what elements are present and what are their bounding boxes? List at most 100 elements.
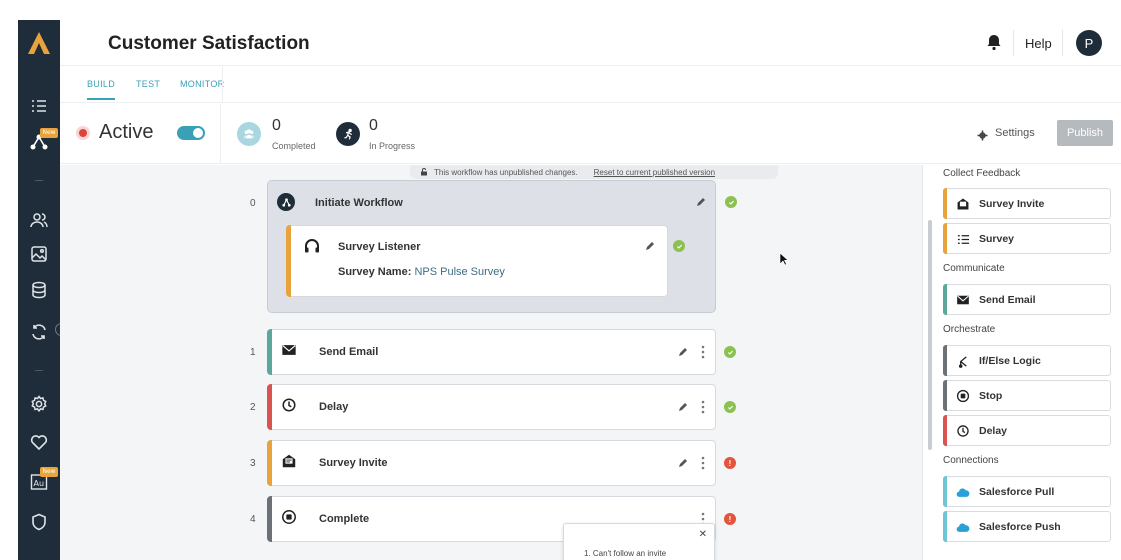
edit-pencil-icon[interactable] bbox=[678, 458, 688, 468]
workflow-status-bar: Active 0 Completed 0 In Progress Setting… bbox=[60, 104, 1121, 164]
tab-build[interactable]: BUILD bbox=[87, 79, 116, 100]
card-color-bar bbox=[943, 380, 947, 411]
workflow-canvas[interactable]: This workflow has unpublished changes. R… bbox=[60, 165, 922, 560]
publish-button[interactable]: Publish bbox=[1057, 120, 1113, 146]
ok-check-icon bbox=[673, 240, 685, 252]
card-color-bar bbox=[267, 329, 272, 375]
edit-pencil-icon[interactable] bbox=[678, 347, 688, 357]
survey-listener-card[interactable]: Survey Listener Survey Name: NPS Pulse S… bbox=[286, 225, 685, 297]
help-link[interactable]: Help bbox=[1025, 36, 1052, 51]
new-badge: New bbox=[40, 128, 58, 138]
card-color-bar bbox=[267, 496, 272, 542]
active-toggle[interactable] bbox=[177, 126, 205, 140]
card-color-bar bbox=[943, 345, 947, 376]
palette-item-if-else-logic[interactable]: If/Else Logic bbox=[943, 345, 1111, 376]
avatar[interactable]: P bbox=[1076, 30, 1102, 56]
ok-check-icon bbox=[724, 346, 736, 358]
clock-icon bbox=[280, 396, 298, 414]
step-card-delay[interactable]: Delay bbox=[267, 384, 736, 430]
completed-count: 0 bbox=[272, 117, 281, 134]
survey-name-key: Survey Name: bbox=[338, 266, 412, 278]
initiate-workflow-block[interactable]: Initiate Workflow Survey Listener Survey… bbox=[267, 180, 737, 313]
group-title-connections: Connections bbox=[943, 455, 999, 466]
step-card-send-email[interactable]: Send Email bbox=[267, 329, 736, 375]
card-color-bar bbox=[943, 188, 947, 219]
error-alert-icon[interactable]: ! bbox=[724, 513, 736, 525]
shield-icon[interactable] bbox=[27, 510, 51, 534]
tab-monitor[interactable]: MONITOR bbox=[180, 79, 224, 89]
survey-invite-icon bbox=[280, 452, 298, 470]
more-options-icon[interactable] bbox=[701, 400, 705, 414]
palette-item-label: If/Else Logic bbox=[979, 355, 1041, 367]
error-alert-icon[interactable]: ! bbox=[724, 457, 736, 469]
header-divider bbox=[1013, 30, 1014, 56]
mail-icon bbox=[280, 341, 298, 359]
panel-scrollbar[interactable] bbox=[928, 220, 932, 450]
palette-item-send-email[interactable]: Send Email bbox=[943, 284, 1111, 315]
edit-pencil-icon[interactable] bbox=[696, 197, 706, 207]
palette-item-label: Delay bbox=[979, 425, 1008, 437]
palette-item-stop[interactable]: Stop bbox=[943, 380, 1111, 411]
more-options-icon[interactable] bbox=[701, 456, 705, 470]
tab-divider bbox=[222, 67, 223, 103]
status-dot-icon bbox=[79, 129, 87, 137]
palette-item-label: Salesforce Pull bbox=[979, 486, 1055, 498]
settings-gear-icon[interactable] bbox=[977, 128, 988, 141]
completed-users-icon bbox=[237, 122, 261, 146]
card-color-bar bbox=[943, 511, 947, 542]
palette-item-label: Salesforce Push bbox=[979, 521, 1061, 533]
palette-item-survey[interactable]: Survey bbox=[943, 223, 1111, 254]
tooltip-text: 1. Can't follow an invite bbox=[584, 549, 667, 558]
step-number: 2 bbox=[250, 402, 256, 413]
palette-item-salesforce-pull[interactable]: Salesforce Pull bbox=[943, 476, 1111, 507]
image-icon[interactable] bbox=[27, 242, 51, 266]
header-divider bbox=[1062, 30, 1063, 56]
sidebar: New Au New bbox=[18, 20, 68, 560]
card-color-bar bbox=[286, 225, 291, 297]
steps-palette-panel: Collect Feedback Survey Invite Survey Co… bbox=[922, 165, 1121, 560]
reset-published-link[interactable]: Reset to current published version bbox=[594, 168, 715, 177]
tab-test[interactable]: TEST bbox=[136, 79, 160, 89]
stop-icon bbox=[956, 389, 970, 403]
step-card-survey-invite[interactable]: Survey Invite ! bbox=[267, 440, 736, 486]
palette-item-delay[interactable]: Delay bbox=[943, 415, 1111, 446]
edit-pencil-icon[interactable] bbox=[678, 402, 688, 412]
step-number: 1 bbox=[250, 347, 256, 358]
palette-item-salesforce-push[interactable]: Salesforce Push bbox=[943, 511, 1111, 542]
card-color-bar bbox=[267, 384, 272, 430]
headphones-icon bbox=[305, 239, 319, 253]
brand-logo-icon[interactable] bbox=[26, 30, 52, 56]
heart-icon[interactable] bbox=[27, 430, 51, 454]
palette-item-label: Send Email bbox=[979, 294, 1036, 306]
completed-label: Completed bbox=[272, 141, 316, 151]
status-divider bbox=[220, 104, 221, 164]
edit-pencil-icon[interactable] bbox=[645, 241, 655, 251]
error-tooltip: ✕ 1. Can't follow an invite bbox=[563, 523, 715, 560]
page-title: Customer Satisfaction bbox=[108, 33, 310, 54]
sync-icon[interactable] bbox=[27, 320, 51, 344]
svg-text:Au: Au bbox=[34, 479, 45, 488]
users-icon[interactable] bbox=[27, 208, 51, 232]
step-number: 3 bbox=[250, 458, 256, 469]
branch-icon bbox=[956, 354, 970, 368]
list-icon[interactable] bbox=[27, 94, 51, 118]
step-label: Complete bbox=[319, 513, 370, 525]
survey-name-value: NPS Pulse Survey bbox=[414, 266, 505, 278]
more-options-icon[interactable] bbox=[701, 345, 705, 359]
palette-item-label: Survey bbox=[979, 233, 1015, 245]
in-progress-runner-icon bbox=[336, 122, 360, 146]
workflow-start-icon bbox=[277, 193, 295, 211]
palette-item-label: Survey Invite bbox=[979, 198, 1045, 210]
card-color-bar bbox=[943, 415, 947, 446]
survey-invite-icon bbox=[956, 197, 970, 211]
step-number: 4 bbox=[250, 514, 256, 525]
mail-icon bbox=[956, 293, 970, 307]
settings-button[interactable]: Settings bbox=[995, 127, 1035, 139]
palette-item-survey-invite[interactable]: Survey Invite bbox=[943, 188, 1111, 219]
gear-icon[interactable] bbox=[27, 392, 51, 416]
close-icon[interactable]: ✕ bbox=[699, 529, 707, 540]
survey-listener-label: Survey Listener bbox=[338, 241, 421, 253]
database-icon[interactable] bbox=[27, 278, 51, 302]
step-label: Delay bbox=[319, 401, 349, 413]
bell-icon[interactable] bbox=[985, 33, 1003, 51]
